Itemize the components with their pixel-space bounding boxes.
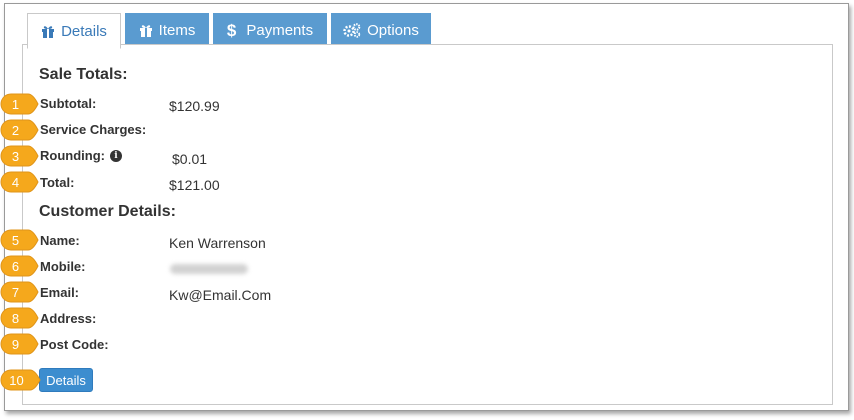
address-label: Address: xyxy=(40,311,97,326)
mobile-label: Mobile: xyxy=(40,259,86,274)
callout-marker-9: 9 xyxy=(0,333,40,355)
gears-icon xyxy=(343,23,361,38)
rounding-value: $0.01 xyxy=(172,151,208,167)
tab-label: Payments xyxy=(246,22,314,39)
callout-marker-7: 7 xyxy=(0,281,40,303)
callout-number: 1 xyxy=(11,96,20,112)
callout-marker-2: 2 xyxy=(0,119,40,141)
callout-number: 10 xyxy=(9,372,24,388)
name-label: Name: xyxy=(40,233,80,248)
subtotal-value: $120.99 xyxy=(169,98,220,114)
rounding-label: Rounding: i xyxy=(40,148,122,163)
service-charges-label: Service Charges: xyxy=(40,122,147,137)
gift-icon xyxy=(42,25,55,38)
sale-totals-heading: Sale Totals: xyxy=(39,66,128,83)
customer-details-heading: Customer Details: xyxy=(39,203,176,220)
total-value: $121.00 xyxy=(169,177,220,193)
total-label: Total: xyxy=(40,175,75,190)
tab-payments[interactable]: $ Payments xyxy=(213,13,327,47)
callout-marker-6: 6 xyxy=(0,255,40,277)
callout-number: 7 xyxy=(11,284,20,300)
callout-number: 3 xyxy=(11,148,20,164)
tab-label: Items xyxy=(158,22,196,39)
callout-marker-5: 5 xyxy=(0,229,40,251)
subtotal-label: Subtotal: xyxy=(40,96,97,111)
info-icon[interactable]: i xyxy=(109,149,122,162)
details-panel xyxy=(22,44,833,405)
callout-marker-10: 10 xyxy=(0,369,42,391)
rounding-label-text: Rounding: xyxy=(40,148,105,163)
name-value: Ken Warrenson xyxy=(169,235,266,251)
mobile-value-redacted xyxy=(170,264,248,274)
dollar-icon: $ xyxy=(226,20,237,40)
callout-number: 5 xyxy=(11,232,20,248)
callout-marker-8: 8 xyxy=(0,307,40,329)
tab-options[interactable]: Options xyxy=(331,13,431,47)
callout-number: 4 xyxy=(11,174,20,190)
callout-marker-1: 1 xyxy=(0,93,40,115)
callout-number: 9 xyxy=(11,336,20,352)
callout-number: 6 xyxy=(11,258,20,274)
callout-number: 8 xyxy=(11,310,20,326)
tab-details[interactable]: Details xyxy=(27,13,121,49)
email-label: Email: xyxy=(40,285,80,300)
tab-label: Options xyxy=(367,22,419,39)
tab-label: Details xyxy=(61,22,107,40)
callout-marker-4: 4 xyxy=(0,171,40,193)
email-value: Kw@Email.Com xyxy=(169,287,272,303)
details-button[interactable]: Details xyxy=(39,368,93,392)
post-code-label: Post Code: xyxy=(40,337,109,352)
gift-icon xyxy=(139,25,152,37)
callout-marker-3: 3 xyxy=(0,145,40,167)
callout-number: 2 xyxy=(11,122,20,138)
tab-items[interactable]: Items xyxy=(125,13,209,47)
